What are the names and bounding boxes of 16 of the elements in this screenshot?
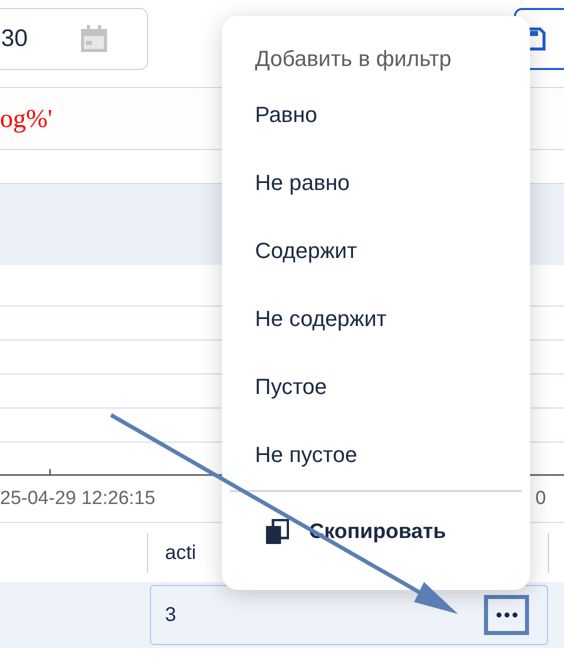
menu-item[interactable]: Не пустое	[222, 420, 530, 488]
copy-icon	[265, 519, 289, 545]
axis-label: 0	[535, 487, 546, 512]
menu-item[interactable]: Содержит	[222, 216, 530, 284]
column-header[interactable]: acti	[165, 538, 196, 568]
table-row[interactable]: 3	[0, 582, 564, 648]
axis-label: 25-04-29 12:26:15	[0, 487, 156, 512]
menu-item[interactable]: Не равно	[222, 148, 530, 216]
menu-item[interactable]: Равно	[222, 80, 530, 148]
date-field[interactable]: 30	[0, 8, 148, 70]
menu-title: Добавить в фильтр	[255, 45, 452, 73]
menu-item[interactable]: Не содержит	[222, 284, 530, 352]
more-button[interactable]	[484, 595, 529, 635]
menu-item[interactable]: Пустое	[222, 352, 530, 420]
ellipsis-icon	[496, 612, 518, 618]
query-text: og%'	[0, 103, 52, 135]
